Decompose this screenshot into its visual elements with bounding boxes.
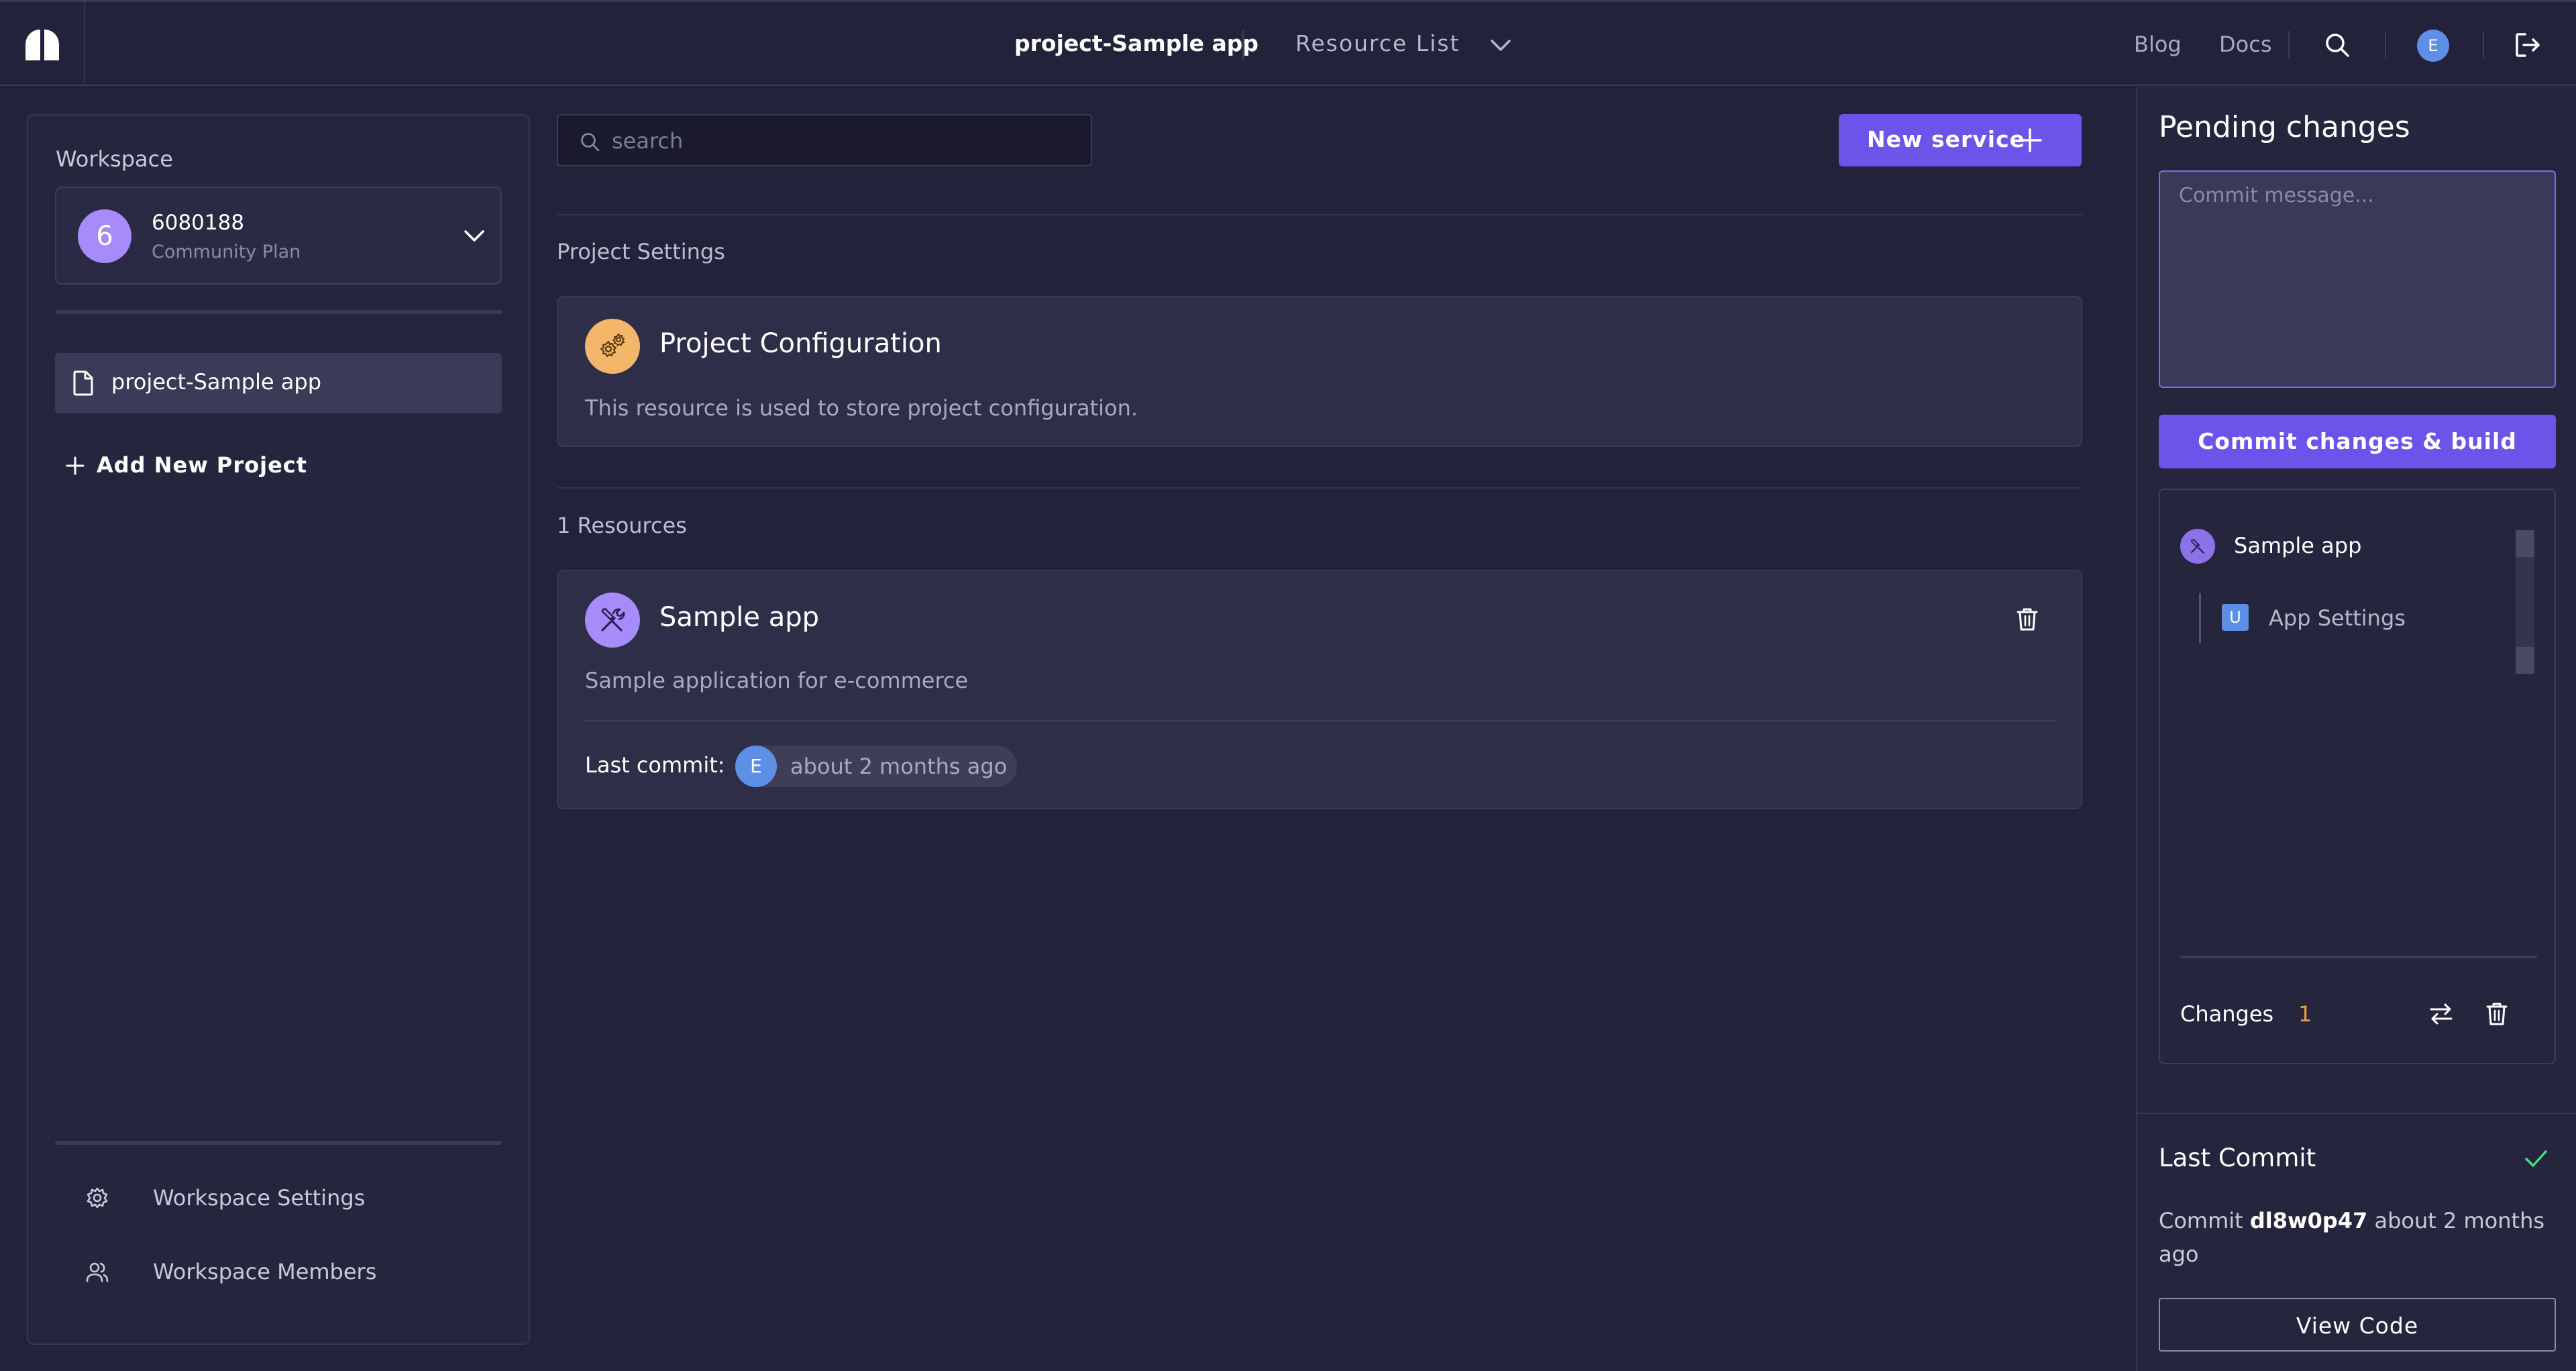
card-divider <box>585 720 2057 721</box>
project-settings-heading: Project Settings <box>557 239 725 264</box>
updated-badge: U <box>2222 604 2249 631</box>
trash-icon[interactable] <box>2485 1001 2509 1027</box>
tools-icon <box>585 593 640 648</box>
users-icon <box>86 1260 109 1283</box>
workspace-label: Workspace <box>56 146 173 172</box>
sidebar-divider <box>55 1141 502 1145</box>
view-code-label: View Code <box>2296 1313 2419 1339</box>
view-selector[interactable]: Resource List <box>1295 30 1460 56</box>
pending-changes-title: Pending changes <box>2159 110 2410 144</box>
section-divider <box>557 214 2082 215</box>
view-code-button[interactable]: View Code <box>2159 1298 2556 1352</box>
app-logo[interactable] <box>25 30 59 60</box>
top-header: project-Sample app Resource List Blog Do… <box>0 0 2576 86</box>
new-service-button[interactable]: New service <box>1839 114 2082 166</box>
resources-heading: 1 Resources <box>557 513 687 538</box>
last-commit-prefix: Commit <box>2159 1208 2243 1233</box>
search-input[interactable] <box>612 125 1075 157</box>
changes-divider <box>2180 956 2537 958</box>
sidebar-item-project-sample-app[interactable]: project-Sample app <box>55 353 502 413</box>
scrollbar-arrow-up[interactable] <box>2516 530 2534 557</box>
card-title: Project Configuration <box>659 328 942 359</box>
new-service-label: New service <box>1867 126 2026 152</box>
header-divider <box>84 2 85 85</box>
docs-link[interactable]: Docs <box>2219 32 2271 57</box>
workspace-plan: Community Plan <box>152 242 301 262</box>
header-separator <box>2483 31 2484 59</box>
workspace-members-label: Workspace Members <box>153 1259 377 1284</box>
avatar: E <box>735 746 777 787</box>
blog-link[interactable]: Blog <box>2134 32 2182 57</box>
plus-icon <box>2017 128 2043 153</box>
compare-arrows-icon[interactable] <box>2428 1001 2454 1027</box>
workspace-avatar: 6 <box>78 209 131 263</box>
changes-count: 1 <box>2298 1001 2312 1027</box>
logout-icon[interactable] <box>2514 32 2541 58</box>
tools-icon <box>2180 529 2215 564</box>
header-separator <box>2288 31 2290 59</box>
section-divider <box>557 487 2082 489</box>
trash-icon[interactable] <box>2014 606 2041 633</box>
tree-connector <box>2199 593 2201 643</box>
plus-icon <box>66 456 85 475</box>
tree-item-app-settings[interactable]: App Settings <box>2269 605 2406 631</box>
last-commit-chip: E about 2 months ago <box>735 746 1017 787</box>
file-icon <box>72 370 94 396</box>
last-commit-time: about 2 months ago <box>790 754 1008 779</box>
last-commit-title: Last Commit <box>2159 1144 2316 1172</box>
gear-icon <box>86 1186 109 1209</box>
sidebar-divider <box>55 310 502 314</box>
workspace-name: 6080188 <box>152 211 245 235</box>
user-avatar[interactable]: E <box>2417 30 2449 62</box>
card-description: This resource is used to store project c… <box>585 395 1138 421</box>
workspace-sidebar: Workspace 6 6080188 Community Plan proje… <box>27 114 530 1345</box>
changes-label: Changes <box>2180 1001 2274 1027</box>
sidebar-item-label: project-Sample app <box>111 369 321 395</box>
search-icon[interactable] <box>2324 32 2350 58</box>
tree-item-sample-app[interactable]: Sample app <box>2234 533 2361 558</box>
pending-changes-panel: Pending changes Commit changes & build S… <box>2136 87 2576 1371</box>
last-commit-label: Last commit: <box>585 752 725 778</box>
sample-app-resource-card[interactable]: Sample app Sample application for e-comm… <box>557 570 2082 809</box>
header-separator <box>1242 30 1244 60</box>
search-icon <box>580 132 600 152</box>
commit-changes-label: Commit changes & build <box>2198 428 2517 454</box>
chevron-down-icon <box>463 225 486 246</box>
header-separator <box>2385 31 2386 59</box>
add-new-project-label: Add New Project <box>97 452 308 478</box>
header-project-name: project-Sample app <box>1014 30 1259 56</box>
panel-divider <box>2137 1113 2576 1114</box>
card-description: Sample application for e-commerce <box>585 668 969 693</box>
settings-gears-icon <box>585 319 640 374</box>
commit-hash[interactable]: dl8w0p47 <box>2250 1208 2367 1233</box>
resource-search <box>557 114 1092 166</box>
chevron-down-icon[interactable] <box>1489 35 1512 55</box>
workspace-selector[interactable]: 6 6080188 Community Plan <box>55 187 502 285</box>
workspace-settings-label: Workspace Settings <box>153 1185 366 1211</box>
pending-changes-list: Sample app U App Settings Changes 1 <box>2159 489 2556 1064</box>
check-icon <box>2522 1145 2549 1172</box>
commit-message-input[interactable] <box>2159 170 2556 388</box>
project-configuration-card[interactable]: Project Configuration This resource is u… <box>557 296 2082 447</box>
card-title: Sample app <box>659 602 819 633</box>
last-commit-details: Commit dl8w0p47 about 2 months ago <box>2159 1204 2561 1271</box>
commit-changes-button[interactable]: Commit changes & build <box>2159 415 2556 468</box>
scrollbar-arrow-down[interactable] <box>2516 647 2534 674</box>
